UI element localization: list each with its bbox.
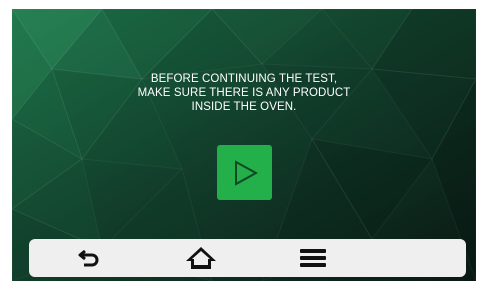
play-icon	[234, 159, 258, 186]
message-line-2: MAKE SURE THERE IS ANY PRODUCT	[137, 87, 351, 99]
back-icon	[78, 249, 99, 267]
home-button[interactable]	[171, 239, 231, 277]
back-button[interactable]	[59, 239, 119, 277]
bottom-nav-bar	[29, 239, 466, 277]
menu-icon	[300, 249, 326, 267]
home-icon	[186, 247, 216, 269]
device-frame: BEFORE CONTINUING THE TEST, MAKE SURE TH…	[0, 0, 482, 283]
warning-message: BEFORE CONTINUING THE TEST, MAKE SURE TH…	[12, 72, 476, 114]
menu-button[interactable]	[283, 239, 343, 277]
continue-test-button[interactable]	[217, 145, 272, 200]
message-line-1: BEFORE CONTINUING THE TEST,	[150, 73, 338, 85]
screen: BEFORE CONTINUING THE TEST, MAKE SURE TH…	[12, 9, 476, 281]
message-line-3: INSIDE THE OVEN.	[191, 101, 297, 113]
